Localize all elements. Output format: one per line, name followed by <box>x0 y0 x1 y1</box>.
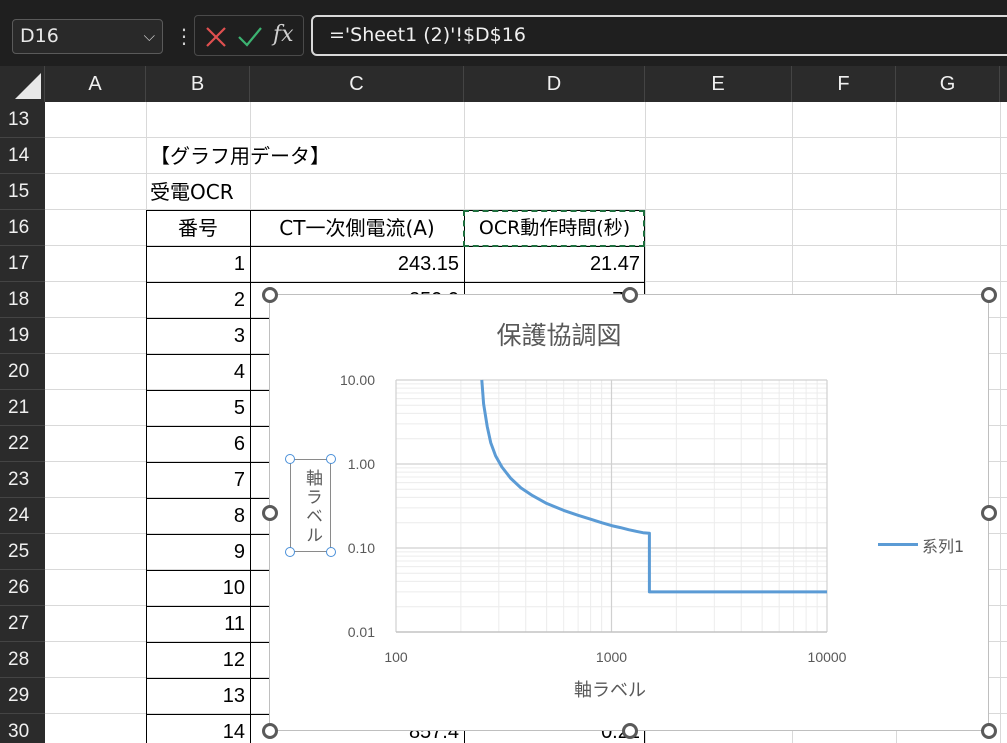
cell-d17[interactable]: 21.47 <box>464 246 645 282</box>
chart-handle-bottom[interactable] <box>622 723 638 739</box>
cell-c17[interactable]: 243.15 <box>250 246 464 282</box>
row-header-27[interactable]: 27 <box>0 606 45 642</box>
cell-b21[interactable]: 5 <box>146 390 250 426</box>
insert-function-icon[interactable]: fx <box>273 22 294 47</box>
row-headers: 13 14 15 16 17 18 19 20 21 22 23 24 25 26 27 28 29 30 <box>0 102 45 743</box>
formula-bar: D16 ⌵ ⋮ fx ='Sheet1 (2)'!$D$16 <box>0 0 1007 66</box>
row-header-15[interactable]: 15 <box>0 174 45 210</box>
row-header-23[interactable]: 23 <box>0 462 45 498</box>
row-header-28[interactable]: 28 <box>0 642 45 678</box>
row-header-24[interactable]: 24 <box>0 498 45 534</box>
chart-area[interactable] <box>269 294 989 731</box>
resize-handle[interactable] <box>285 454 295 464</box>
select-all-icon <box>15 73 41 99</box>
cell-b14[interactable]: 【グラフ用データ】 <box>146 138 546 174</box>
row-header-25[interactable]: 25 <box>0 534 45 570</box>
column-header-b[interactable]: B <box>146 66 250 102</box>
row-header-16[interactable]: 16 <box>0 210 45 246</box>
select-all-button[interactable] <box>0 66 45 102</box>
cell-c16[interactable]: CT一次側電流(A) <box>250 210 464 246</box>
row-header-17[interactable]: 17 <box>0 246 45 282</box>
cell-b25[interactable]: 9 <box>146 534 250 570</box>
row-header-22[interactable]: 22 <box>0 426 45 462</box>
row-header-13[interactable]: 13 <box>0 102 45 138</box>
resize-handle[interactable] <box>285 547 295 557</box>
more-options-icon[interactable]: ⋮ <box>174 22 194 50</box>
cell-b16[interactable]: 番号 <box>146 210 250 246</box>
row-header-18[interactable]: 18 <box>0 282 45 318</box>
column-headers: A B C D E F G <box>0 66 1007 102</box>
cell-b29[interactable]: 13 <box>146 678 250 714</box>
y-axis-title[interactable]: 軸ラベル <box>291 460 332 553</box>
column-header-d[interactable]: D <box>464 66 645 102</box>
column-header-a[interactable]: A <box>45 66 146 102</box>
cell-b22[interactable]: 6 <box>146 426 250 462</box>
chart-handle-top[interactable] <box>622 287 638 303</box>
active-cell-border <box>463 210 645 247</box>
cell-b20[interactable]: 4 <box>146 354 250 390</box>
legend-swatch <box>878 543 918 546</box>
formula-input[interactable]: ='Sheet1 (2)'!$D$16 <box>311 15 1007 56</box>
row-header-14[interactable]: 14 <box>0 138 45 174</box>
confirm-icon[interactable] <box>237 19 263 53</box>
cell-b24[interactable]: 8 <box>146 498 250 534</box>
cell-b23[interactable]: 7 <box>146 462 250 498</box>
chart-handle-right[interactable] <box>981 505 997 521</box>
name-box-value: D16 <box>20 25 59 47</box>
chart-title[interactable]: 保護協調図 <box>269 316 849 352</box>
cell-b30[interactable]: 14 <box>146 714 250 743</box>
row-header-30[interactable]: 30 <box>0 714 45 743</box>
excel-window: D16 ⌵ ⋮ fx ='Sheet1 (2)'!$D$16 A B C D E… <box>0 0 1007 743</box>
cell-b18[interactable]: 2 <box>146 282 250 318</box>
x-axis-title[interactable]: 軸ラベル <box>540 676 680 702</box>
cell-b17[interactable]: 1 <box>146 246 250 282</box>
column-header-g[interactable]: G <box>896 66 1000 102</box>
formula-buttons: fx <box>194 15 304 56</box>
row-header-29[interactable]: 29 <box>0 678 45 714</box>
chevron-down-icon[interactable]: ⌵ <box>144 20 155 53</box>
name-box[interactable]: D16 ⌵ <box>12 19 163 54</box>
cancel-icon[interactable] <box>203 19 229 53</box>
chart-handle-left[interactable] <box>262 505 278 521</box>
cell-b26[interactable]: 10 <box>146 570 250 606</box>
cell-b15[interactable]: 受電OCR <box>146 174 446 210</box>
chart-handle-top-right[interactable] <box>981 287 997 303</box>
row-header-20[interactable]: 20 <box>0 354 45 390</box>
row-header-21[interactable]: 21 <box>0 390 45 426</box>
cell-b28[interactable]: 12 <box>146 642 250 678</box>
column-header-c[interactable]: C <box>250 66 464 102</box>
cell-b19[interactable]: 3 <box>146 318 250 354</box>
column-header-e[interactable]: E <box>645 66 792 102</box>
row-header-26[interactable]: 26 <box>0 570 45 606</box>
row-header-19[interactable]: 19 <box>0 318 45 354</box>
grid-column-line <box>1000 102 1001 743</box>
y-axis-title-box[interactable]: 軸ラベル <box>290 459 331 552</box>
resize-handle[interactable] <box>326 454 336 464</box>
resize-handle[interactable] <box>326 547 336 557</box>
column-header-f[interactable]: F <box>792 66 896 102</box>
cell-b27[interactable]: 11 <box>146 606 250 642</box>
chart-handle-bottom-left[interactable] <box>262 723 278 739</box>
chart-handle-top-left[interactable] <box>262 287 278 303</box>
chart-handle-bottom-right[interactable] <box>981 723 997 739</box>
legend-label: 系列1 <box>922 537 965 556</box>
